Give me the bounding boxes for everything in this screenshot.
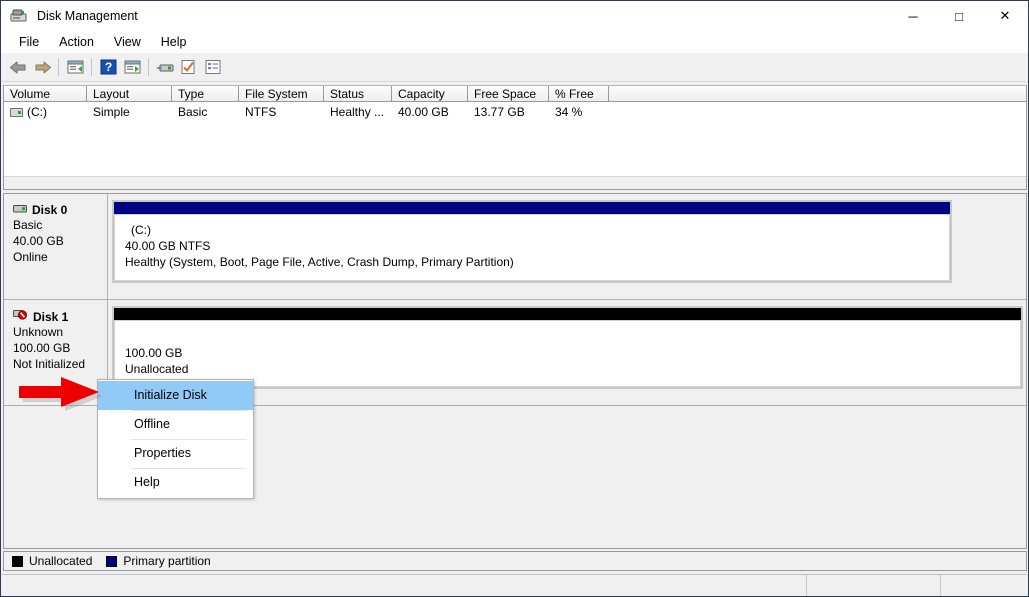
context-menu: Initialize Disk Offline Properties Help [97, 379, 254, 499]
column-header-status[interactable]: Status [324, 86, 392, 101]
disk-management-window: Disk Management ─ □ ✕ File Action View H… [0, 0, 1029, 597]
disk-title-0: Disk 0 [13, 203, 107, 217]
cell-layout: Simple [87, 105, 172, 119]
disk-error-icon [13, 309, 28, 324]
disk-type-0: Basic [13, 217, 107, 233]
disk-info-0[interactable]: Disk 0 Basic 40.00 GB Online [4, 194, 108, 299]
disk-drive-icon [13, 203, 27, 217]
menu-bar: File Action View Help [1, 31, 1028, 53]
list-view-icon[interactable] [201, 56, 225, 79]
menu-file[interactable]: File [9, 32, 49, 52]
legend-label-primary-partition: Primary partition [123, 554, 210, 568]
partition-details-0: (C:) 40.00 GB NTFS Healthy (System, Boot… [114, 214, 950, 281]
partition-unallocated[interactable]: 100.00 GB Unallocated [112, 306, 1023, 389]
partition-size-fs-1: 100.00 GB [125, 345, 1020, 361]
red-arrow-annotation [15, 375, 107, 418]
context-menu-item-properties[interactable]: Properties [98, 439, 253, 468]
column-header-capacity[interactable]: Capacity [392, 86, 468, 101]
cell-percent-free: 34 % [549, 105, 609, 119]
minimize-button[interactable]: ─ [890, 1, 936, 31]
disk-size-0: 40.00 GB [13, 233, 107, 249]
show-hide-console-tree-icon[interactable] [120, 56, 144, 79]
legend-item-unallocated: Unallocated [12, 554, 92, 568]
disk-status-1: Not Initialized [13, 356, 107, 372]
partition-size-fs-0: 40.00 GB NTFS [125, 238, 949, 254]
status-bar [2, 574, 1027, 596]
cell-file-system: NTFS [239, 105, 324, 119]
toolbar-separator [148, 58, 149, 76]
disk-status-0: Online [13, 249, 107, 265]
context-menu-item-help[interactable]: Help [98, 468, 253, 497]
cell-free-space: 13.77 GB [468, 105, 549, 119]
partition-color-bar-0 [114, 202, 950, 214]
disk-size-1: 100.00 GB [13, 340, 107, 356]
partition-health-0: Healthy (System, Boot, Page File, Active… [125, 254, 949, 270]
context-menu-item-offline[interactable]: Offline [98, 410, 253, 439]
column-header-percent-free[interactable]: % Free [549, 86, 609, 101]
close-button[interactable]: ✕ [982, 1, 1028, 31]
disk-graphic-0: (C:) 40.00 GB NTFS Healthy (System, Boot… [108, 194, 1026, 299]
disk-title-1: Disk 1 [13, 309, 107, 324]
volume-list-horizontal-scrollbar[interactable] [4, 176, 1026, 189]
legend-label-unallocated: Unallocated [29, 554, 92, 568]
cell-type: Basic [172, 105, 239, 119]
forward-arrow-icon[interactable] [30, 56, 54, 79]
status-pane-tertiary [941, 575, 1027, 596]
maximize-button[interactable]: □ [936, 1, 982, 31]
back-arrow-icon[interactable] [6, 56, 30, 79]
partition-details-1: 100.00 GB Unallocated [114, 320, 1021, 387]
volume-list-header: Volume Layout Type File System Status Ca… [4, 85, 1026, 102]
volume-list-body: (C:) Simple Basic NTFS Healthy ... 40.00… [4, 102, 1026, 122]
column-header-volume[interactable]: Volume [4, 86, 87, 101]
disk-name-0: Disk 0 [32, 203, 67, 217]
toolbar: ? [1, 53, 1028, 82]
legend-swatch-primary-partition [106, 556, 117, 567]
disk-row-0[interactable]: Disk 0 Basic 40.00 GB Online (C:) 40.00 … [4, 194, 1026, 299]
partition-color-bar-1 [114, 308, 1021, 320]
legend-swatch-unallocated [12, 556, 23, 567]
column-header-filler[interactable] [609, 86, 1026, 101]
window-controls: ─ □ ✕ [890, 1, 1028, 31]
partition-label-0: (C:) [125, 222, 949, 238]
partition-health-1: Unallocated [125, 361, 1020, 377]
title-bar: Disk Management ─ □ ✕ [1, 1, 1028, 31]
legend-item-primary-partition: Primary partition [106, 554, 210, 568]
menu-action[interactable]: Action [49, 32, 104, 52]
properties-disk-icon[interactable] [153, 56, 177, 79]
volume-drive-icon [10, 108, 23, 117]
menu-help[interactable]: Help [151, 32, 197, 52]
rescan-disks-icon[interactable] [177, 56, 201, 79]
status-pane-secondary [807, 575, 941, 596]
toolbar-separator [58, 58, 59, 76]
cell-volume: (C:) [27, 105, 87, 119]
column-header-free-space[interactable]: Free Space [468, 86, 549, 101]
context-menu-item-initialize-disk[interactable]: Initialize Disk [98, 381, 253, 410]
up-one-level-icon[interactable] [63, 56, 87, 79]
volume-list: Volume Layout Type File System Status Ca… [3, 85, 1027, 190]
cell-capacity: 40.00 GB [392, 105, 468, 119]
toolbar-separator [91, 58, 92, 76]
disk-drive-icon [10, 8, 28, 24]
disk-type-1: Unknown [13, 324, 107, 340]
disk-name-1: Disk 1 [33, 310, 68, 324]
help-question-icon[interactable]: ? [96, 56, 120, 79]
svg-text:?: ? [104, 60, 111, 74]
column-header-layout[interactable]: Layout [87, 86, 172, 101]
table-row[interactable]: (C:) Simple Basic NTFS Healthy ... 40.00… [4, 102, 1026, 122]
cell-status: Healthy ... [324, 105, 392, 119]
legend: Unallocated Primary partition [3, 551, 1027, 571]
partition-c[interactable]: (C:) 40.00 GB NTFS Healthy (System, Boot… [112, 200, 952, 283]
status-pane-main [2, 575, 807, 596]
column-header-file-system[interactable]: File System [239, 86, 324, 101]
window-title: Disk Management [37, 9, 138, 23]
column-header-type[interactable]: Type [172, 86, 239, 101]
menu-view[interactable]: View [104, 32, 151, 52]
